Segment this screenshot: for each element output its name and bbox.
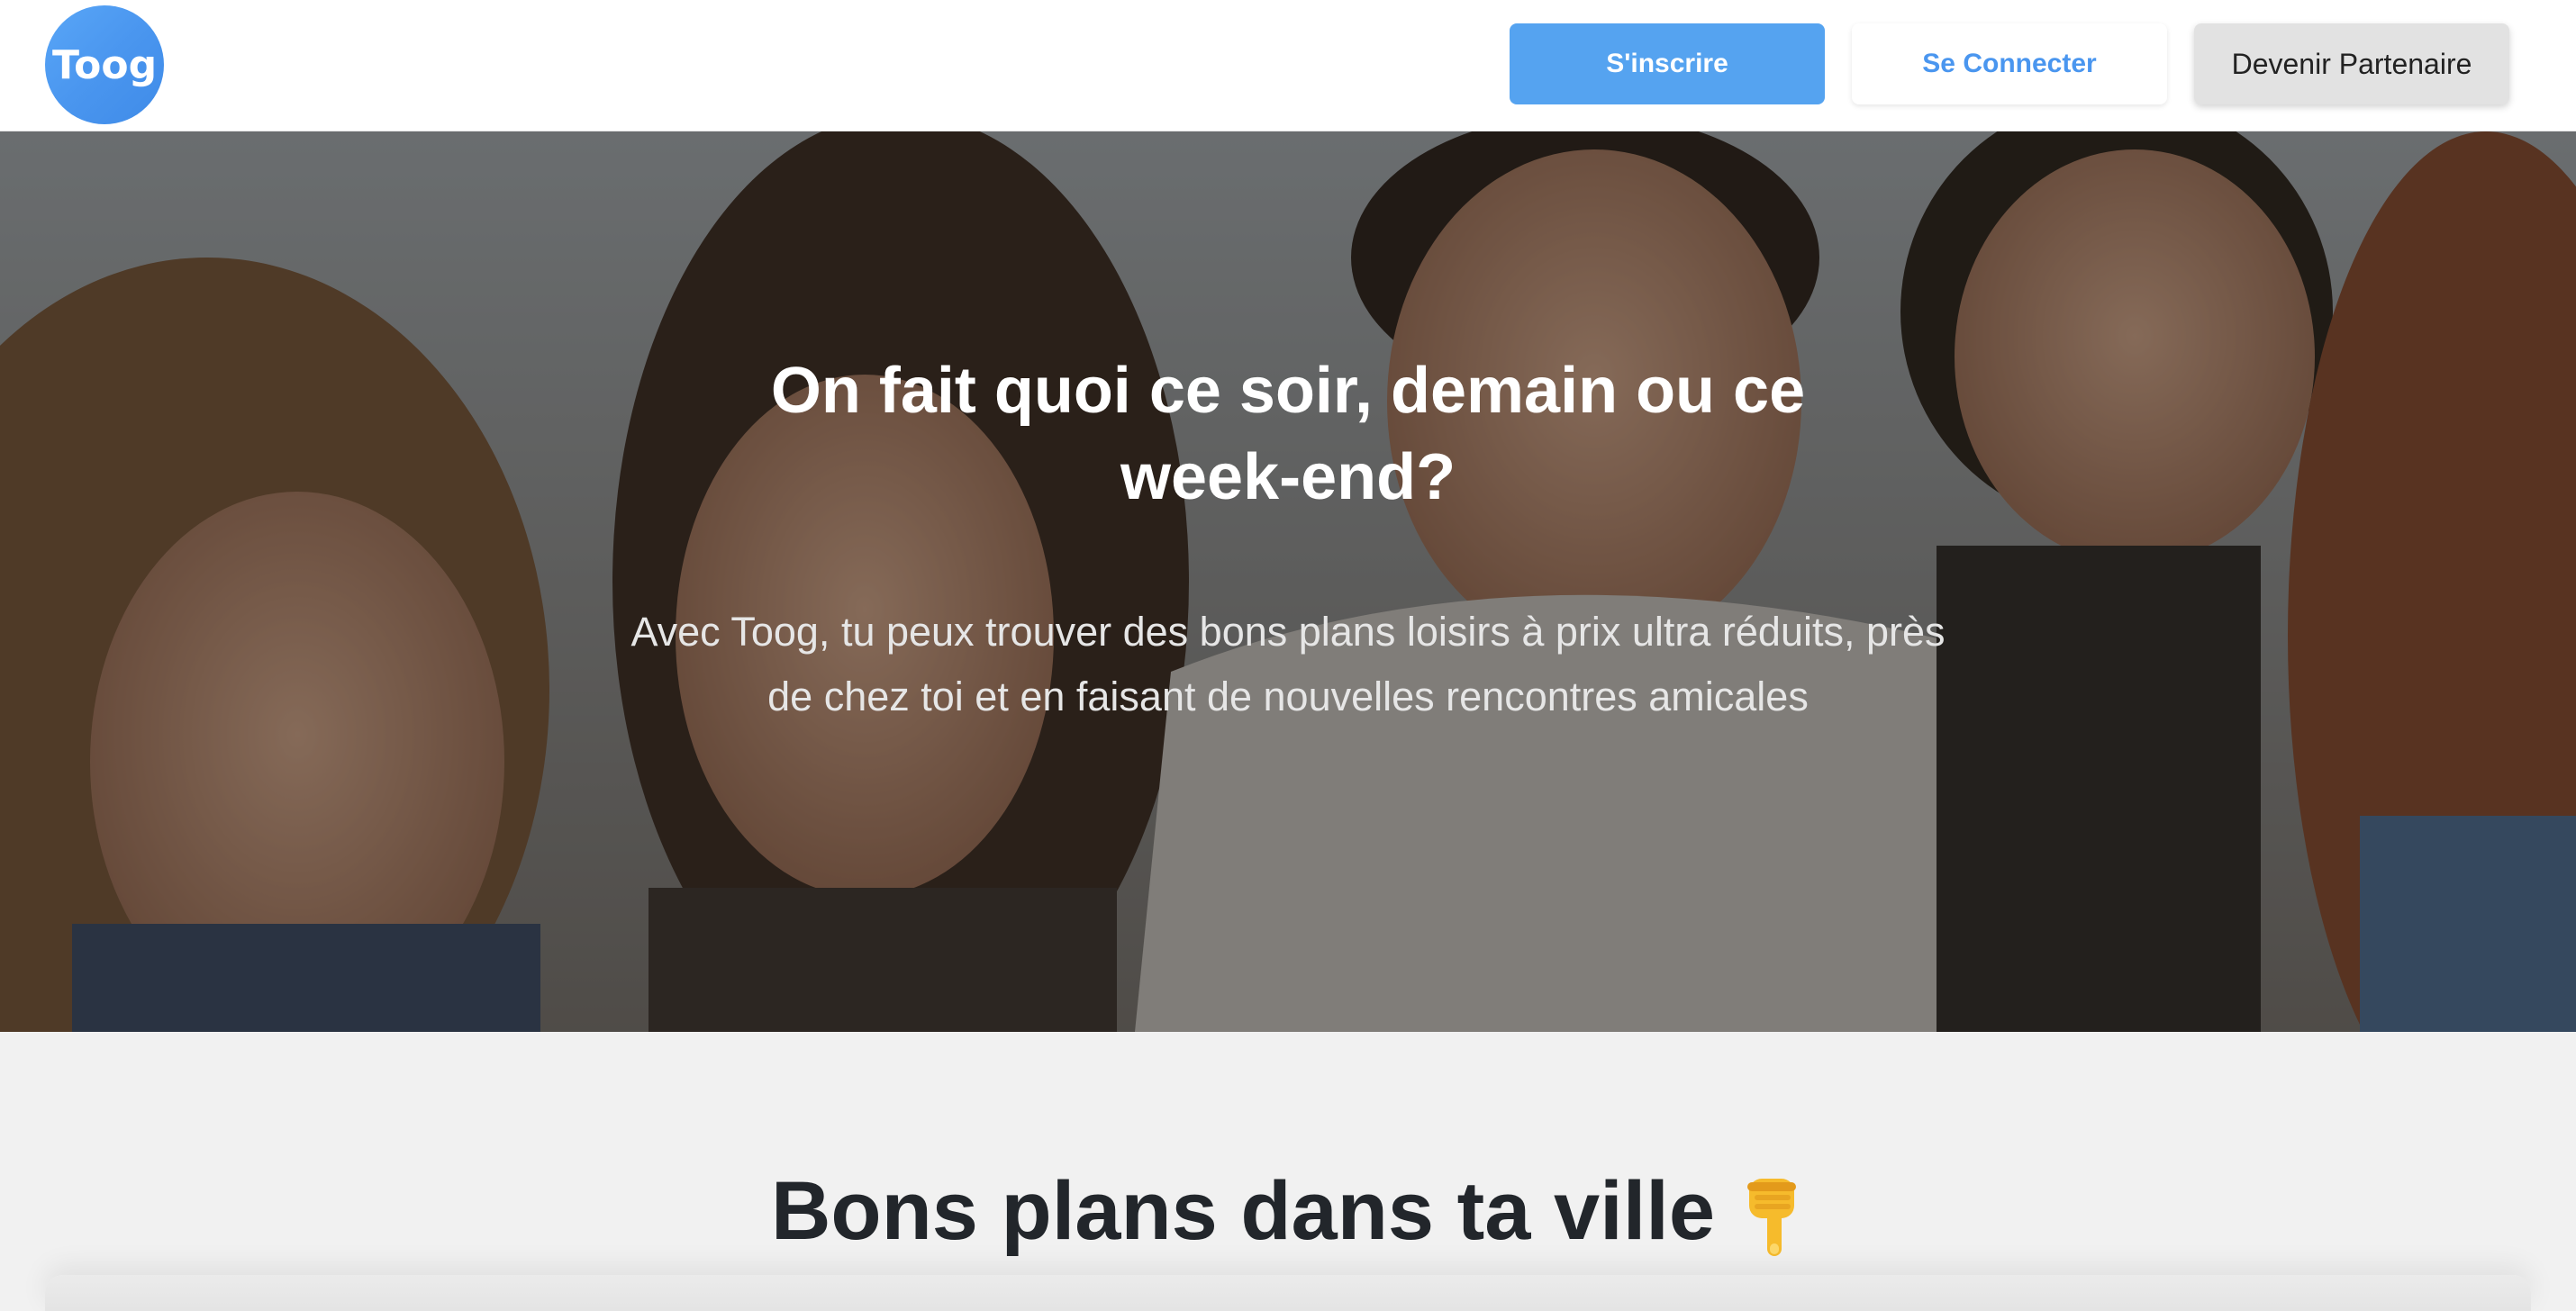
login-button[interactable]: Se Connecter	[1852, 23, 2167, 104]
deals-section-title-text: Bons plans dans ta ville	[770, 1165, 1716, 1257]
hero-title: On fait quoi ce soir, demain ou ce week-…	[770, 355, 1806, 513]
hero-banner: On fait quoi ce soir, demain ou ce week-…	[0, 131, 2576, 1032]
hero-subtitle-line-1: Avec Toog, tu peux trouver des bons plan…	[630, 609, 1946, 655]
hero-dark-overlay	[0, 131, 2576, 1032]
deals-section: Bons plans dans ta ville	[0, 1032, 2576, 1311]
pointing-down-hand-icon	[1747, 1178, 1797, 1256]
top-navbar: Toog S'inscrire Se Connecter Devenir Par…	[0, 0, 2576, 131]
logo-text: Toog	[51, 41, 158, 88]
toog-logo[interactable]: Toog	[45, 5, 164, 124]
deals-card-top	[45, 1275, 2531, 1311]
signup-button[interactable]: S'inscrire	[1510, 23, 1825, 104]
deals-section-title: Bons plans dans ta ville	[0, 1162, 2576, 1261]
become-partner-button[interactable]: Devenir Partenaire	[2194, 23, 2509, 104]
hero-subtitle-line-2: de chez toi et en faisant de nouvelles r…	[767, 674, 1809, 719]
hero-subtitle: Avec Toog, tu peux trouver des bons plan…	[630, 600, 1946, 729]
